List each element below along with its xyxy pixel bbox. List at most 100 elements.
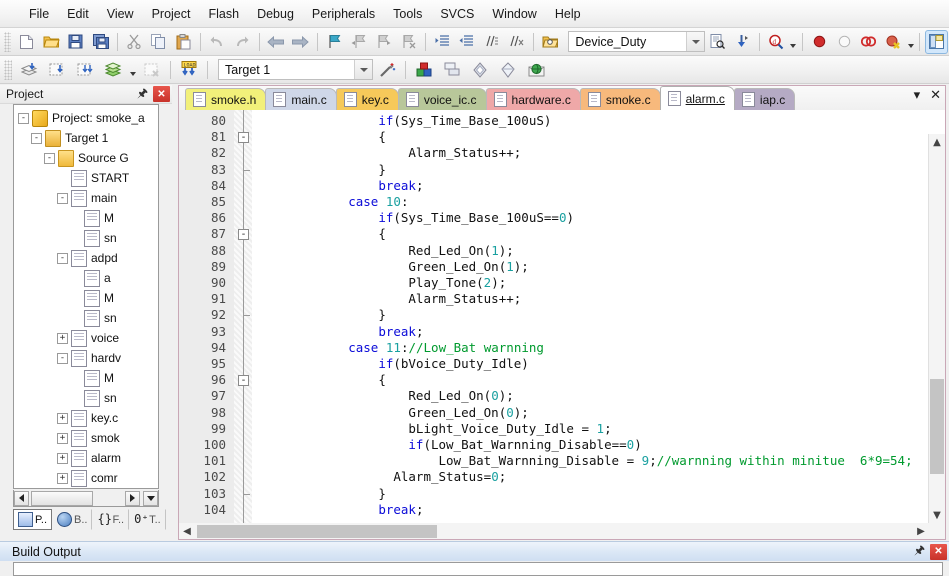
code-line[interactable]: 84break; [179, 178, 945, 194]
batch-build-button[interactable] [100, 58, 126, 82]
menu-file[interactable]: File [20, 4, 58, 24]
manage-project-items-button[interactable] [411, 58, 437, 82]
menu-view[interactable]: View [98, 4, 143, 24]
code-line[interactable]: 81{ [179, 129, 945, 145]
breakpoints-dropdown-arrow[interactable] [906, 31, 916, 53]
tree-item[interactable]: +smok [14, 428, 158, 448]
redo-button[interactable] [231, 30, 254, 54]
collapse-icon[interactable]: - [44, 153, 55, 164]
chevron-down-icon[interactable] [686, 32, 704, 51]
save-all-button[interactable] [89, 30, 112, 54]
expand-icon[interactable]: + [57, 333, 68, 344]
next-bookmark-button[interactable] [372, 30, 395, 54]
tree-item[interactable]: -Project: smoke_a [14, 108, 158, 128]
code-line[interactable]: 102Alarm_Status=0; [179, 469, 945, 485]
scroll-left-button[interactable]: ◀ [179, 523, 195, 539]
scroll-up-button[interactable] [158, 125, 159, 140]
hscroll-thumb[interactable] [31, 491, 93, 506]
collapse-icon[interactable]: - [57, 193, 68, 204]
new-file-button[interactable] [15, 30, 38, 54]
tree-item[interactable]: -Target 1 [14, 128, 158, 148]
indent-right-button[interactable] [431, 30, 454, 54]
toolbar-grip[interactable] [4, 60, 12, 80]
chevron-down-icon[interactable] [354, 60, 372, 79]
tree-item[interactable]: +alarm [14, 448, 158, 468]
comment-block-button[interactable] [480, 30, 503, 54]
code-line[interactable]: 104break; [179, 502, 945, 518]
scroll-thumb[interactable] [930, 379, 944, 474]
scroll-right-button[interactable]: ▶ [913, 523, 929, 539]
code-line[interactable]: 97Red_Led_On(0); [179, 388, 945, 404]
indent-left-button[interactable] [455, 30, 478, 54]
editor-tab-alarm-c[interactable]: alarm.c [660, 86, 735, 110]
bookmark-down-button[interactable] [731, 30, 754, 54]
code-line[interactable]: 82Alarm_Status++; [179, 145, 945, 161]
undo-button[interactable] [206, 30, 229, 54]
tree-item[interactable]: +iap.c [14, 488, 158, 489]
menu-window[interactable]: Window [483, 4, 545, 24]
code-line[interactable]: 93break; [179, 324, 945, 340]
pin-icon[interactable]: 🖈 [134, 86, 151, 103]
toolbar-grip[interactable] [4, 32, 11, 52]
tree-item[interactable]: -hardv [14, 348, 158, 368]
code-line[interactable]: 86if(Sys_Time_Base_100uS==0) [179, 210, 945, 226]
menu-svcs[interactable]: SVCS [431, 4, 483, 24]
code-line[interactable]: 96{ [179, 372, 945, 388]
editor-tab-hardware-c[interactable]: hardware.c [486, 88, 581, 110]
configure-target-button[interactable] [374, 58, 400, 82]
code-line[interactable]: 103} [179, 486, 945, 502]
scroll-dropdown-button[interactable] [143, 491, 158, 506]
code-line[interactable]: 98Green_Led_On(0); [179, 405, 945, 421]
tree-item[interactable]: START [14, 168, 158, 188]
menu-peripherals[interactable]: Peripherals [303, 4, 384, 24]
scroll-up-button[interactable]: ▲ [929, 134, 945, 150]
menu-edit[interactable]: Edit [58, 4, 98, 24]
code-line[interactable]: 94case 11://Low_Bat warnning [179, 340, 945, 356]
tree-item[interactable]: sn [14, 308, 158, 328]
project-tree[interactable]: -Project: smoke_a-Target 1-Source GSTART… [13, 104, 159, 489]
batch-build-dropdown-arrow[interactable] [127, 59, 138, 81]
code-line[interactable]: 90Play_Tone(2); [179, 275, 945, 291]
code-line[interactable]: 91Alarm_Status++; [179, 291, 945, 307]
kill-all-breakpoints-button[interactable] [857, 30, 880, 54]
tree-item[interactable]: +voice [14, 328, 158, 348]
menu-help[interactable]: Help [546, 4, 590, 24]
tree-item[interactable]: -Source G [14, 148, 158, 168]
code-line[interactable]: 87{ [179, 226, 945, 242]
editor-tab-smoke-c[interactable]: smoke.c [580, 88, 661, 110]
disable-all-breakpoints-button[interactable] [882, 30, 905, 54]
previous-bookmark-button[interactable] [348, 30, 371, 54]
configure-filter-button[interactable] [495, 58, 521, 82]
save-button[interactable] [64, 30, 87, 54]
code-line[interactable]: 89Green_Led_On(1); [179, 259, 945, 275]
window-manager-button[interactable] [925, 30, 948, 54]
scroll-down-button[interactable]: ▼ [929, 507, 945, 523]
collapse-icon[interactable]: - [18, 113, 29, 124]
build-target-button[interactable] [44, 58, 70, 82]
editor-hscrollbar[interactable]: ◀ ▶ [179, 523, 929, 539]
project-tree-vscrollbar[interactable] [158, 125, 159, 489]
target-combobox[interactable]: Target 1 [218, 59, 373, 80]
close-icon[interactable]: ✕ [153, 86, 170, 102]
expand-icon[interactable]: + [57, 413, 68, 424]
debug-query-dropdown-arrow[interactable] [789, 31, 799, 53]
menu-project[interactable]: Project [143, 4, 200, 24]
sidebar-tab-templates[interactable]: 0⁺ T.. [129, 509, 166, 530]
tree-item[interactable]: -main [14, 188, 158, 208]
menu-flash[interactable]: Flash [199, 4, 248, 24]
open-document-button[interactable] [539, 30, 562, 54]
code-line[interactable]: 101Low_Bat_Warnning_Disable = 9;//warnni… [179, 453, 945, 469]
insert-breakpoint-button[interactable] [808, 30, 831, 54]
expand-icon[interactable]: + [57, 433, 68, 444]
scroll-right-button[interactable] [125, 491, 140, 506]
project-tree-hscrollbar[interactable] [13, 490, 159, 507]
tab-list-icon[interactable]: ▾ [914, 88, 921, 103]
code-line[interactable]: 95if(bVoice_Duty_Idle) [179, 356, 945, 372]
navigate-forward-button[interactable] [289, 30, 312, 54]
tree-item[interactable]: -adpd [14, 248, 158, 268]
code-line[interactable]: 99bLight_Voice_Duty_Idle = 1; [179, 421, 945, 437]
tree-item[interactable]: a [14, 268, 158, 288]
editor-tab-key-c[interactable]: key.c [336, 88, 399, 110]
navigate-back-button[interactable] [264, 30, 287, 54]
code-line[interactable]: 80if(Sys_Time_Base_100uS) [179, 113, 945, 129]
